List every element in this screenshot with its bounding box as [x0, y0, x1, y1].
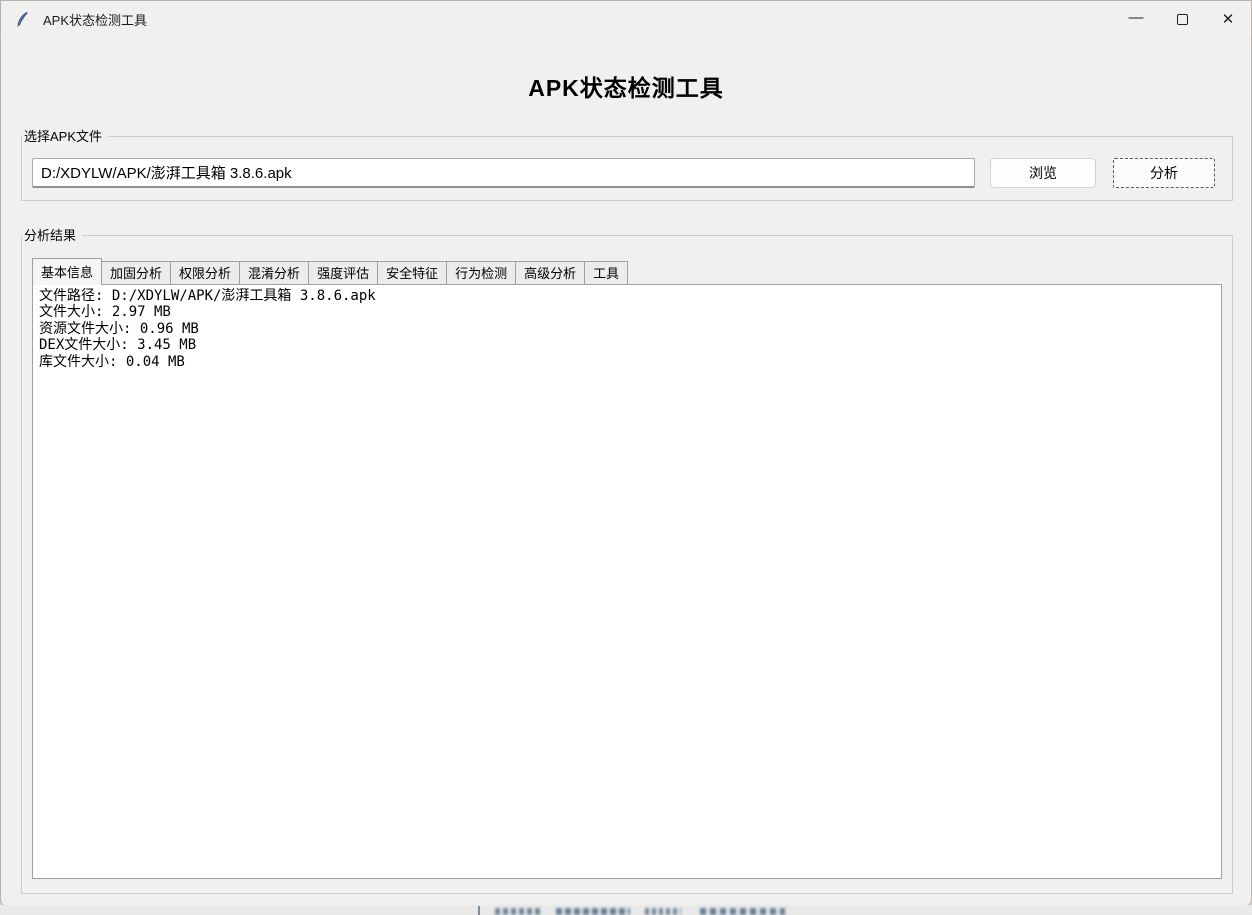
basic-info-pane: 文件路径: D:/XDYLW/APK/澎湃工具箱 3.8.6.apk文件大小: … [32, 284, 1222, 879]
tab-advanced-analysis[interactable]: 高级分析 [515, 261, 585, 285]
python-tk-feather-icon [13, 11, 31, 29]
output-line-dex-size: DEX文件大小: 3.45 MB [39, 337, 1215, 353]
output-line-resource-size: 资源文件大小: 0.96 MB [39, 321, 1215, 337]
apk-path-input[interactable] [32, 158, 975, 188]
analyze-button[interactable]: 分析 [1113, 158, 1215, 188]
tab-obfuscation-analysis[interactable]: 混淆分析 [239, 261, 309, 285]
minimize-icon: — [1129, 10, 1144, 25]
background-window-fragment [495, 908, 543, 915]
background-window-fragment [645, 908, 681, 915]
tab-row: 基本信息 加固分析 权限分析 混淆分析 强度评估 安全特征 行为检测 高级分析 … [32, 258, 1222, 285]
background-window-fragment [700, 908, 785, 915]
results-frame-label: 分析结果 [22, 227, 82, 244]
tab-security-features[interactable]: 安全特征 [377, 261, 447, 285]
window-title: APK状态检测工具 [43, 10, 147, 29]
file-select-frame-label: 选择APK文件 [22, 128, 108, 145]
browse-button[interactable]: 浏览 [990, 158, 1096, 188]
tab-packer-analysis[interactable]: 加固分析 [101, 261, 171, 285]
results-frame: 分析结果 基本信息 加固分析 权限分析 混淆分析 强度评估 安全特征 行为检测 … [21, 235, 1233, 894]
titlebar: APK状态检测工具 — ✕ [1, 1, 1251, 39]
output-line-file-size: 文件大小: 2.97 MB [39, 304, 1215, 320]
maximize-button[interactable] [1159, 1, 1205, 38]
minimize-button[interactable]: — [1113, 1, 1159, 38]
analysis-output-text[interactable]: 文件路径: D:/XDYLW/APK/澎湃工具箱 3.8.6.apk文件大小: … [33, 285, 1221, 878]
maximize-icon [1177, 14, 1188, 25]
app-window: APK状态检测工具 — ✕ APK状态检测工具 选择APK文件 浏览 分析 分析… [0, 0, 1252, 907]
tab-tools[interactable]: 工具 [584, 261, 628, 285]
tab-basic-info[interactable]: 基本信息 [32, 258, 102, 285]
tab-behavior-detection[interactable]: 行为检测 [446, 261, 516, 285]
background-window-fragment [478, 906, 480, 915]
tab-permission-analysis[interactable]: 权限分析 [170, 261, 240, 285]
background-desktop-strip [0, 905, 1252, 915]
page-title: APK状态检测工具 [1, 69, 1251, 103]
results-notebook: 基本信息 加固分析 权限分析 混淆分析 强度评估 安全特征 行为检测 高级分析 … [32, 258, 1222, 879]
file-row: 浏览 分析 [32, 158, 1222, 188]
tab-strength-evaluation[interactable]: 强度评估 [308, 261, 378, 285]
window-controls: — ✕ [1113, 1, 1251, 38]
close-icon: ✕ [1222, 12, 1235, 27]
file-select-frame: 选择APK文件 浏览 分析 [21, 136, 1233, 201]
background-window-fragment [556, 908, 630, 915]
output-line-file-path: 文件路径: D:/XDYLW/APK/澎湃工具箱 3.8.6.apk [39, 288, 1215, 304]
close-button[interactable]: ✕ [1205, 1, 1251, 38]
output-line-lib-size: 库文件大小: 0.04 MB [39, 354, 1215, 370]
